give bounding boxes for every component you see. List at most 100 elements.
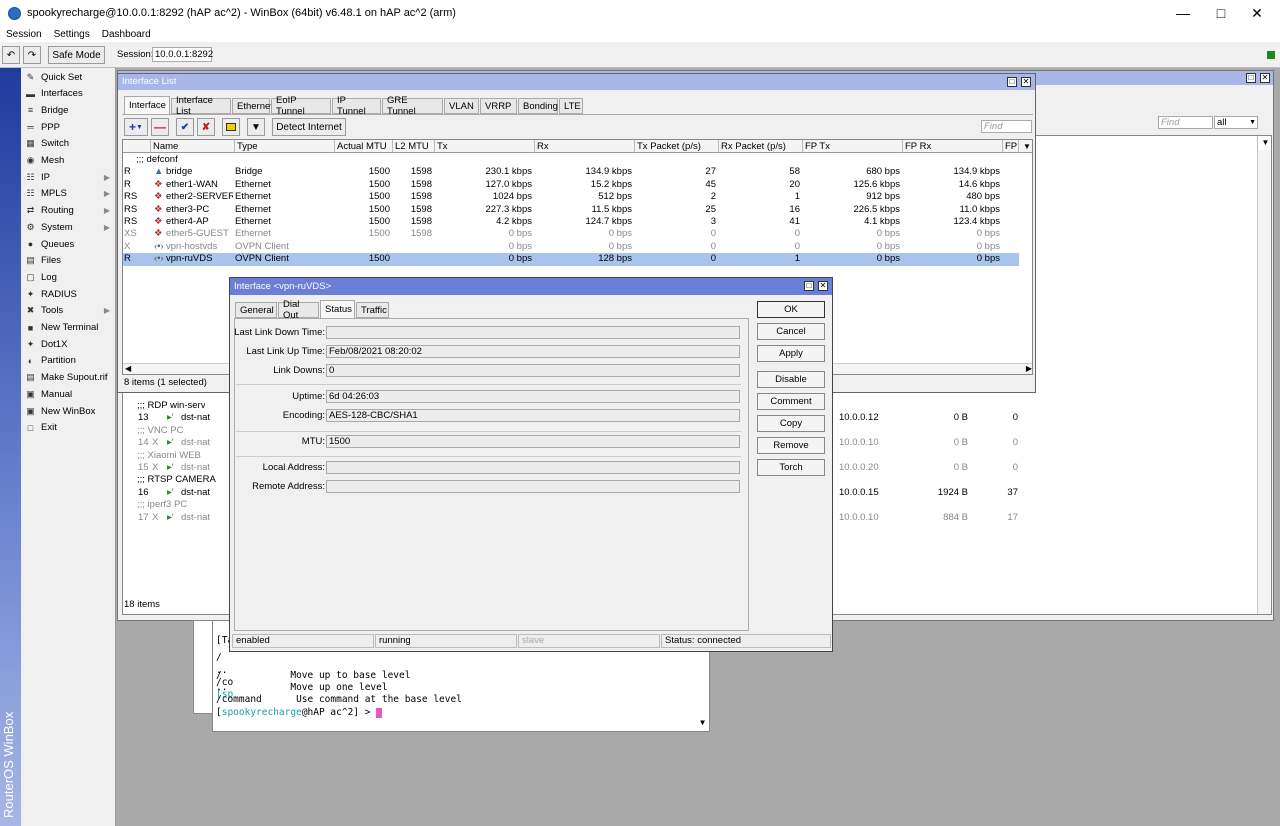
sidebar-item-new-terminal[interactable]: ■ New Terminal — [22, 320, 116, 336]
uptime-field[interactable]: 6d 04:26:03 — [326, 390, 740, 403]
tab-ip-tunnel[interactable]: IP Tunnel — [332, 95, 381, 117]
sidebar-item-ip[interactable]: ☷ IP ▶ — [22, 169, 116, 185]
column-header[interactable]: Tx — [435, 140, 535, 153]
enable-icon[interactable]: ✔ — [176, 118, 194, 136]
sidebar-item-make-supout-rif[interactable]: ▤ Make Supout.rif — [22, 370, 116, 386]
tab-ethernet[interactable]: Ethernet — [232, 98, 273, 114]
table-row[interactable]: Rvpn-ruVDS OVPN Client 1500 0 bps 128 bps 0 1 0… — [123, 253, 1019, 266]
local-address-field[interactable] — [326, 461, 740, 474]
restore-icon[interactable]: □ — [804, 281, 814, 291]
safe-mode-button[interactable]: Safe Mode — [48, 46, 105, 64]
copy-button[interactable]: Copy — [757, 415, 825, 432]
tab-traffic[interactable]: Traffic — [356, 302, 389, 318]
tab-interface[interactable]: Interface — [124, 96, 170, 114]
tab-vlan[interactable]: VLAN — [444, 98, 479, 114]
column-header[interactable]: Actual MTU — [335, 140, 393, 153]
sidebar-item-switch[interactable]: ▦ Switch — [22, 136, 116, 152]
column-header[interactable]: Rx — [535, 140, 635, 153]
encoding-field[interactable]: AES-128-CBC/SHA1 — [326, 409, 740, 422]
sidebar-item-new-winbox[interactable]: ▣ New WinBox — [22, 403, 116, 419]
undo-icon[interactable]: ↶ — [2, 46, 20, 64]
column-header[interactable]: L2 MTU — [393, 140, 435, 153]
bg-filter-select[interactable]: all ▼ — [1214, 116, 1258, 129]
add-button[interactable]: + ▼ — [124, 118, 148, 136]
sidebar-item-bridge[interactable]: ≡ Bridge — [22, 102, 116, 118]
column-header[interactable]: FP Rx — [903, 140, 1003, 153]
column-header[interactable] — [123, 140, 151, 153]
scroll-down-icon[interactable]: ▼ — [697, 718, 708, 729]
comment-button[interactable]: Comment — [757, 393, 825, 410]
column-menu-icon[interactable]: ▼ — [1019, 140, 1032, 153]
sidebar-item-tools[interactable]: ✖ Tools ▶ — [22, 303, 116, 319]
sidebar-item-partition[interactable]: ◐ Partition — [22, 353, 116, 369]
bg-scrollbar[interactable] — [1257, 150, 1271, 614]
apply-button[interactable]: Apply — [757, 345, 825, 362]
redo-icon[interactable]: ↷ — [23, 46, 41, 64]
sidebar-item-interfaces[interactable]: ▬ Interfaces — [22, 86, 116, 102]
tab-general[interactable]: General — [235, 302, 277, 318]
table-row[interactable]: RS ether3-PC Ethernet 1500 1598 227.3 kbps 11.… — [123, 204, 1019, 216]
sidebar-item-radius[interactable]: ✦ RADIUS — [22, 286, 116, 302]
sidebar-item-queues[interactable]: ● Queues — [22, 236, 116, 252]
close-window-icon[interactable]: ✕ — [818, 281, 828, 291]
last-link-up-time-field[interactable]: Feb/08/2021 08:20:02 — [326, 345, 740, 358]
table-row[interactable]: RS ether2-SERVER Ethernet 1500 1598 1024 bps 5… — [123, 191, 1019, 203]
cancel-button[interactable]: Cancel — [757, 323, 825, 340]
sidebar-item-mesh[interactable]: ◉ Mesh — [22, 153, 116, 169]
sidebar-item-files[interactable]: ▤ Files — [22, 253, 116, 269]
menu-settings[interactable]: Settings — [54, 29, 90, 40]
table-row[interactable]: Xvpn-hostvds OVPN Client 0 bps 0 bps 0 0 0 bps… — [123, 241, 1019, 253]
table-row[interactable]: XS ether5-GUEST Ethernet 1500 1598 0 bps 0 bps… — [123, 228, 1019, 240]
tab-status[interactable]: Status — [320, 300, 355, 318]
bg-find-input[interactable]: Find — [1158, 116, 1213, 129]
link-downs-field[interactable]: 0 — [326, 364, 740, 377]
tab-vrrp[interactable]: VRRP — [480, 98, 517, 114]
session-field[interactable]: 10.0.0.1:8292 — [152, 47, 213, 62]
column-header[interactable]: FP — [1003, 140, 1019, 153]
column-header[interactable]: FP Tx — [803, 140, 903, 153]
last-link-down-time-field[interactable] — [326, 326, 740, 339]
close-icon[interactable]: ✕ — [1234, 0, 1280, 26]
remove-icon[interactable]: — — [151, 118, 169, 136]
torch-button[interactable]: Torch — [757, 459, 825, 476]
scroll-right-icon[interactable]: ▶ — [1026, 364, 1032, 373]
sidebar-item-routing[interactable]: ⇄ Routing ▶ — [22, 203, 116, 219]
tab-bonding[interactable]: Bonding — [518, 98, 558, 114]
sidebar-item-mpls[interactable]: ☷ MPLS ▶ — [22, 186, 116, 202]
scroll-left-icon[interactable]: ◀ — [125, 364, 131, 373]
column-header[interactable]: Rx Packet (p/s) — [719, 140, 803, 153]
restore-icon[interactable]: □ — [1246, 73, 1256, 83]
table-row[interactable]: Rether1-WAN Ethernet 1500 1598 127.0 kbps 15.… — [123, 179, 1019, 191]
tab-lte[interactable]: LTE — [559, 98, 583, 114]
column-header[interactable]: Type — [235, 140, 335, 153]
tab-gre-tunnel[interactable]: GRE Tunnel — [382, 95, 443, 117]
disable-button[interactable]: Disable — [757, 371, 825, 388]
sidebar-item-dot1x[interactable]: ✦ Dot1X — [22, 336, 116, 352]
close-window-icon[interactable]: ✕ — [1260, 73, 1270, 83]
table-row[interactable]: RS ether4-AP Ethernet 1500 1598 4.2 kbps 124.7… — [123, 216, 1019, 228]
disable-icon[interactable]: ✘ — [197, 118, 215, 136]
column-menu-icon[interactable]: ▼ — [1257, 136, 1271, 150]
menu-dashboard[interactable]: Dashboard — [102, 29, 151, 40]
column-header[interactable]: Name — [151, 140, 235, 153]
comment-icon[interactable] — [222, 118, 240, 136]
filter-icon[interactable]: ▼ — [247, 118, 265, 136]
column-header[interactable]: Tx Packet (p/s) — [635, 140, 719, 153]
restore-icon[interactable]: □ — [1007, 77, 1017, 87]
ok-button[interactable]: OK — [757, 301, 825, 318]
tab-interface-list[interactable]: Interface List — [171, 95, 231, 117]
sidebar-item-quick-set[interactable]: ✎ Quick Set — [22, 69, 116, 85]
find-input[interactable]: Find — [981, 120, 1032, 133]
sidebar-item-system[interactable]: ⚙ System ▶ — [22, 219, 116, 235]
sidebar-item-manual[interactable]: ▣ Manual — [22, 386, 116, 402]
tab-dial-out[interactable]: Dial Out — [278, 299, 319, 321]
detect-internet-button[interactable]: Detect Internet — [272, 118, 346, 136]
sidebar-item-log[interactable]: ▢ Log — [22, 269, 116, 285]
sidebar-item-ppp[interactable]: ═ PPP — [22, 119, 116, 135]
tab-eoip-tunnel[interactable]: EoIP Tunnel — [271, 95, 331, 117]
remote-address-field[interactable] — [326, 480, 740, 493]
menu-session[interactable]: Session — [6, 29, 42, 40]
mtu-field[interactable]: 1500 — [326, 435, 740, 448]
remove-button[interactable]: Remove — [757, 437, 825, 454]
table-row[interactable]: Rbridge Bridge 1500 1598 230.1 kbps 134.9 kbp… — [123, 166, 1019, 178]
